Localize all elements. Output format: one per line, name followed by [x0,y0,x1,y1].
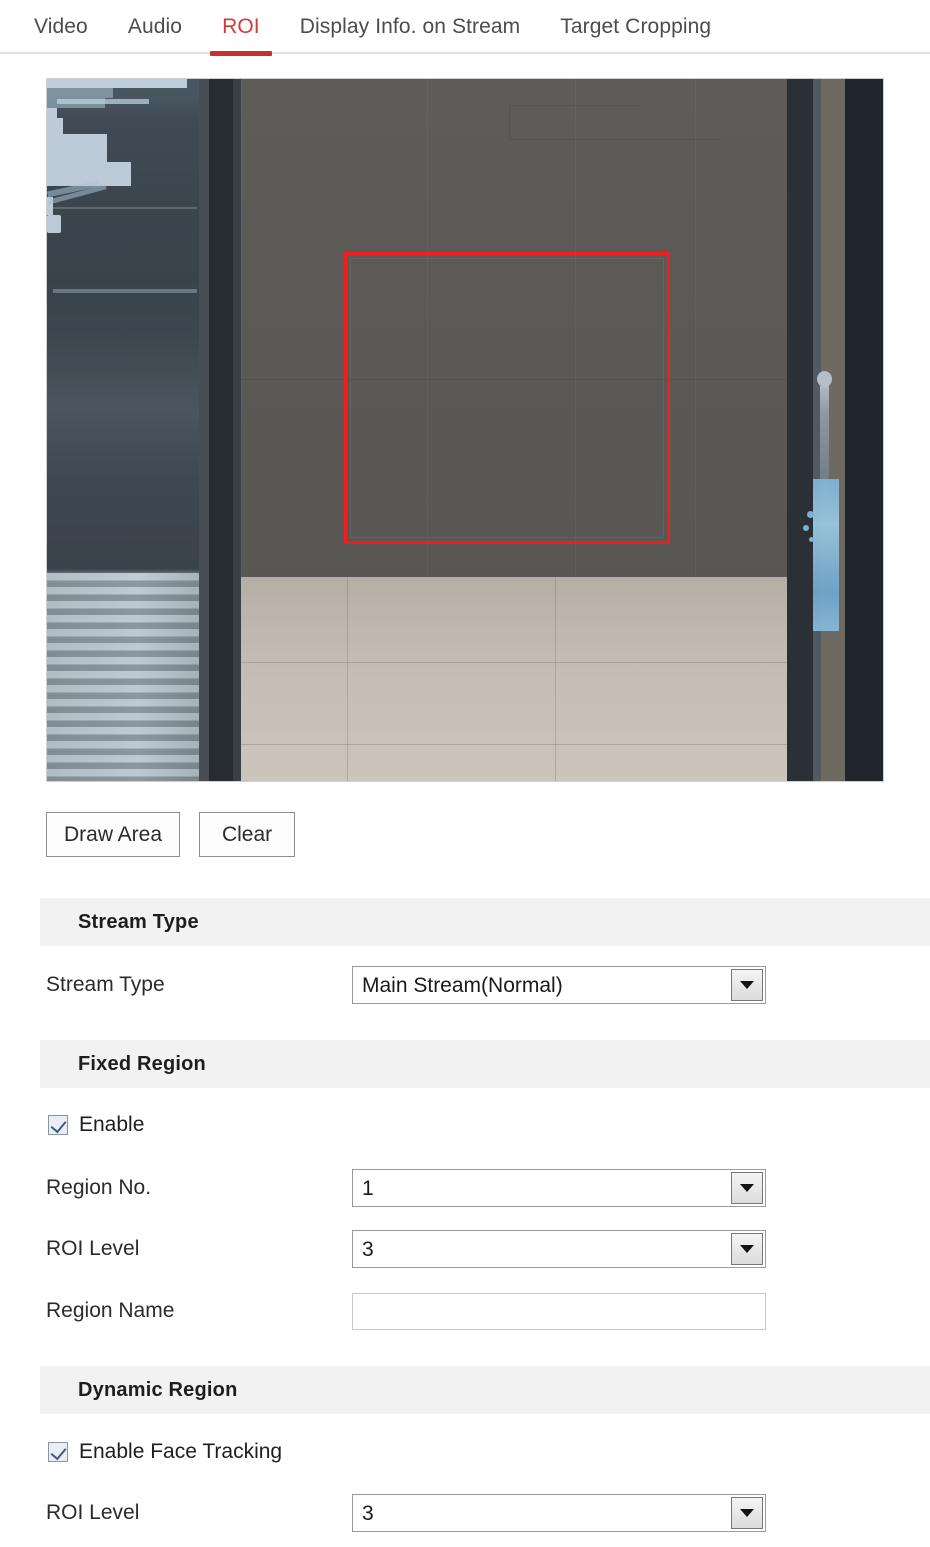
tab-target-cropping[interactable]: Target Cropping [540,12,731,42]
window-mullion [209,79,233,781]
region-name-input[interactable] [352,1292,766,1330]
door-frame [787,79,813,781]
region-no-select[interactable]: 1 [352,1169,766,1207]
dynamic-roi-level-select[interactable]: 3 [352,1494,766,1532]
blue-sticker-spot [807,511,814,518]
reflection-highlight [57,99,149,104]
section-title: Dynamic Region [78,1378,238,1401]
chevron-down-icon[interactable] [731,1233,763,1265]
roi-drawing-toolbar: Draw Area Clear [46,812,296,857]
reflection-highlight [47,118,63,134]
row-stream-type: Stream Type Main Stream(Normal) [46,962,930,1008]
floor-surface [241,577,787,781]
stream-type-select[interactable]: Main Stream(Normal) [352,966,766,1004]
checkbox-checked-icon[interactable] [48,1115,68,1135]
section-header-stream-type: Stream Type [40,898,930,946]
floor-tile-line [241,662,787,663]
tab-roi[interactable]: ROI [202,12,280,56]
face-tracking-enable-checkbox[interactable]: Enable Face Tracking [48,1440,282,1464]
draw-area-button[interactable]: Draw Area [46,812,181,857]
wall-seam [509,139,719,140]
row-dynamic-roi-level: ROI Level 3 [46,1490,930,1536]
fixed-region-enable-checkbox[interactable]: Enable [48,1113,144,1137]
reflection-highlight [47,108,57,118]
chevron-down-icon[interactable] [731,1497,763,1529]
floor-tile-line [555,577,556,781]
dynamic-roi-level-label: ROI Level [46,1501,140,1524]
window-blinds-left [47,573,199,781]
reflection-highlight [53,289,197,293]
roi-region-rectangle[interactable] [344,252,670,544]
chevron-down-icon[interactable] [731,1172,763,1204]
section-title: Fixed Region [78,1052,206,1075]
clear-button[interactable]: Clear [199,812,296,857]
wall-seam [509,105,510,139]
blue-sticker-spot [803,525,809,531]
fixed-roi-level-value: 3 [362,1237,374,1261]
dynamic-roi-level-value: 3 [362,1501,374,1525]
blue-sticker [813,479,839,631]
fixed-roi-level-select[interactable]: 3 [352,1230,766,1268]
chevron-down-icon[interactable] [731,969,763,1001]
settings-tab-bar: Video Audio ROI Display Info. on Stream … [0,0,930,56]
stream-type-value: Main Stream(Normal) [362,973,563,997]
tab-audio[interactable]: Audio [108,12,202,42]
stream-type-label: Stream Type [46,973,165,996]
window-mullion [233,79,241,781]
region-no-value: 1 [362,1176,374,1200]
floor-tile-line [241,744,787,745]
floor-tile-line [347,577,348,781]
video-frame [47,79,883,781]
reflection-highlight [47,215,61,233]
section-header-dynamic-region: Dynamic Region [40,1366,930,1414]
reflection-highlight [47,88,113,98]
tab-video[interactable]: Video [14,12,108,42]
fixed-region-enable-label: Enable [79,1113,145,1136]
reflection-highlight [47,79,187,88]
section-title: Stream Type [78,910,199,933]
row-fixed-roi-level: ROI Level 3 [46,1226,930,1272]
row-region-no: Region No. 1 [46,1165,930,1211]
reflection-highlight [47,134,107,162]
fixed-roi-level-label: ROI Level [46,1237,140,1260]
door-handle-knob [817,371,832,387]
reflection-highlight [51,207,197,209]
live-video-preview[interactable] [46,78,884,782]
door-frame [845,79,883,781]
row-region-name: Region Name [46,1288,930,1334]
region-no-label: Region No. [46,1176,152,1199]
section-header-fixed-region: Fixed Region [40,1040,930,1088]
blue-sticker-spot [809,537,814,542]
checkbox-checked-icon[interactable] [48,1442,68,1462]
tab-display-info-on-stream[interactable]: Display Info. on Stream [280,12,541,42]
face-tracking-enable-label: Enable Face Tracking [79,1440,283,1463]
wall-seam [509,105,639,106]
window-mullion [199,79,209,781]
region-name-label: Region Name [46,1299,175,1322]
